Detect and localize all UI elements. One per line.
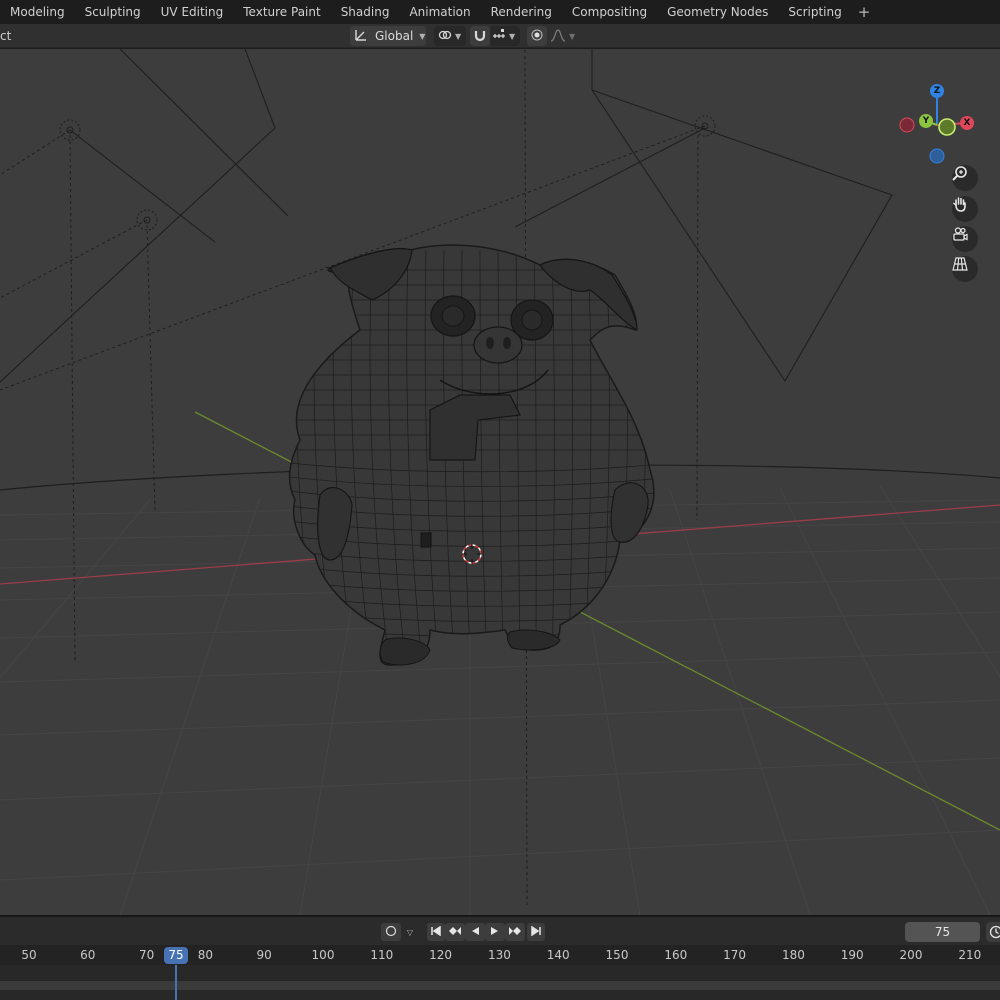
- ruler-tick-label: 90: [256, 948, 272, 962]
- workspace-tab-scripting[interactable]: Scripting: [778, 0, 851, 24]
- object-menu[interactable]: ct: [0, 24, 11, 48]
- snap-target-dropdown[interactable]: ▼: [490, 26, 520, 46]
- workspace-tab-animation[interactable]: Animation: [399, 0, 480, 24]
- pivot-point-dropdown[interactable]: ▼: [434, 26, 466, 46]
- gizmo-y-axis[interactable]: Y: [919, 114, 933, 128]
- proportional-icon: [531, 29, 543, 44]
- workspace-tab-sculpting[interactable]: Sculpting: [75, 0, 151, 24]
- zoom-view-button[interactable]: [952, 165, 978, 191]
- auto-keying-toggle[interactable]: [381, 923, 401, 941]
- clock-icon: [989, 925, 1000, 942]
- previous-keyframe-icon: [448, 926, 462, 939]
- workspace-tab-geometry-nodes[interactable]: Geometry Nodes: [657, 0, 778, 24]
- falloff-curve-icon: [550, 28, 566, 45]
- timeline-header: ▽ 75: [0, 915, 1000, 945]
- viewport-canvas[interactable]: [0, 49, 1000, 915]
- playhead-frame-indicator[interactable]: 75: [164, 947, 188, 964]
- workspace-tab-bar: Modeling Sculpting UV Editing Texture Paint…: [0, 0, 1000, 24]
- ruler-tick-label: 120: [429, 948, 453, 962]
- ruler-tick-label: 210: [958, 948, 982, 962]
- ruler-tick-label: 100: [311, 948, 335, 962]
- orientation-label: Global: [375, 29, 414, 43]
- jump-previous-keyframe-button[interactable]: [445, 923, 465, 941]
- ruler-tick-label: 60: [80, 948, 96, 962]
- ruler-tick-label: 180: [781, 948, 805, 962]
- record-icon: [385, 925, 397, 940]
- next-keyframe-icon: [508, 926, 522, 939]
- ruler-tick-label: 200: [899, 948, 923, 962]
- magnet-icon: [473, 28, 487, 45]
- workspace-tab-shading[interactable]: Shading: [331, 0, 400, 24]
- ruler-tick-label: 140: [546, 948, 570, 962]
- perspective-toggle-button[interactable]: [952, 256, 978, 282]
- play-reverse-button[interactable]: [465, 923, 485, 941]
- keying-options-dropdown[interactable]: ▽: [401, 923, 419, 941]
- chevron-down-icon: ▼: [419, 31, 426, 41]
- workspace-tab-modeling[interactable]: Modeling: [0, 0, 75, 24]
- jump-start-icon: [431, 925, 441, 939]
- ruler-tick-label: 130: [487, 948, 511, 962]
- ruler-tick-label: 160: [664, 948, 688, 962]
- pan-view-button[interactable]: [952, 196, 978, 222]
- jump-next-keyframe-button[interactable]: [505, 923, 525, 941]
- timeline-keyframe-area[interactable]: [0, 965, 1000, 1000]
- add-workspace-button[interactable]: +: [852, 0, 877, 24]
- ruler-tick-label: 190: [840, 948, 864, 962]
- 3d-viewport[interactable]: Z Y X: [0, 49, 1000, 915]
- falloff-dropdown[interactable]: ▼: [547, 26, 577, 46]
- workspace-tab-compositing[interactable]: Compositing: [562, 0, 657, 24]
- snap-increment-icon: [492, 28, 506, 45]
- jump-to-end-button[interactable]: [527, 923, 545, 941]
- chevron-down-icon: ▼: [455, 31, 462, 41]
- jump-to-start-button[interactable]: [427, 923, 445, 941]
- jump-end-icon: [531, 925, 541, 939]
- gizmo-z-axis[interactable]: Z: [930, 84, 944, 98]
- chevron-down-icon: ▼: [509, 31, 516, 41]
- ruler-tick-label: 80: [197, 948, 214, 962]
- chevron-down-icon: ▼: [569, 31, 576, 41]
- workspace-tab-uv-editing[interactable]: UV Editing: [151, 0, 234, 24]
- timeline-ruler[interactable]: 50 60 70 80 90 100 110 120 130 140 150 160 170 180 190…: [0, 945, 1000, 965]
- preview-range-toggle[interactable]: [986, 922, 1000, 942]
- timeline-grid: [0, 965, 1000, 1000]
- viewport-header: ct Global ▼ ▼ ▼ ▼: [0, 24, 1000, 48]
- snap-toggle[interactable]: [470, 26, 490, 46]
- ruler-tick-label: 50: [21, 948, 37, 962]
- gizmo-x-axis[interactable]: X: [960, 116, 974, 130]
- orientation-icon: [354, 28, 370, 45]
- workspace-tab-texture-paint[interactable]: Texture Paint: [233, 0, 330, 24]
- ruler-tick-label: 110: [370, 948, 394, 962]
- workspace-tab-rendering[interactable]: Rendering: [481, 0, 562, 24]
- ruler-tick-label: 70: [138, 948, 155, 962]
- play-icon: [490, 926, 500, 939]
- current-frame-field[interactable]: 75: [905, 922, 980, 942]
- pivot-icon: [438, 28, 452, 45]
- ruler-tick-label: 150: [605, 948, 629, 962]
- play-button[interactable]: [485, 923, 505, 941]
- proportional-editing-toggle[interactable]: [527, 26, 547, 46]
- chevron-down-icon: ▽: [406, 927, 414, 937]
- play-reverse-icon: [470, 926, 480, 939]
- transform-orientation-dropdown[interactable]: Global ▼: [350, 26, 426, 46]
- ruler-tick-label: 170: [723, 948, 747, 962]
- camera-view-button[interactable]: [952, 226, 978, 252]
